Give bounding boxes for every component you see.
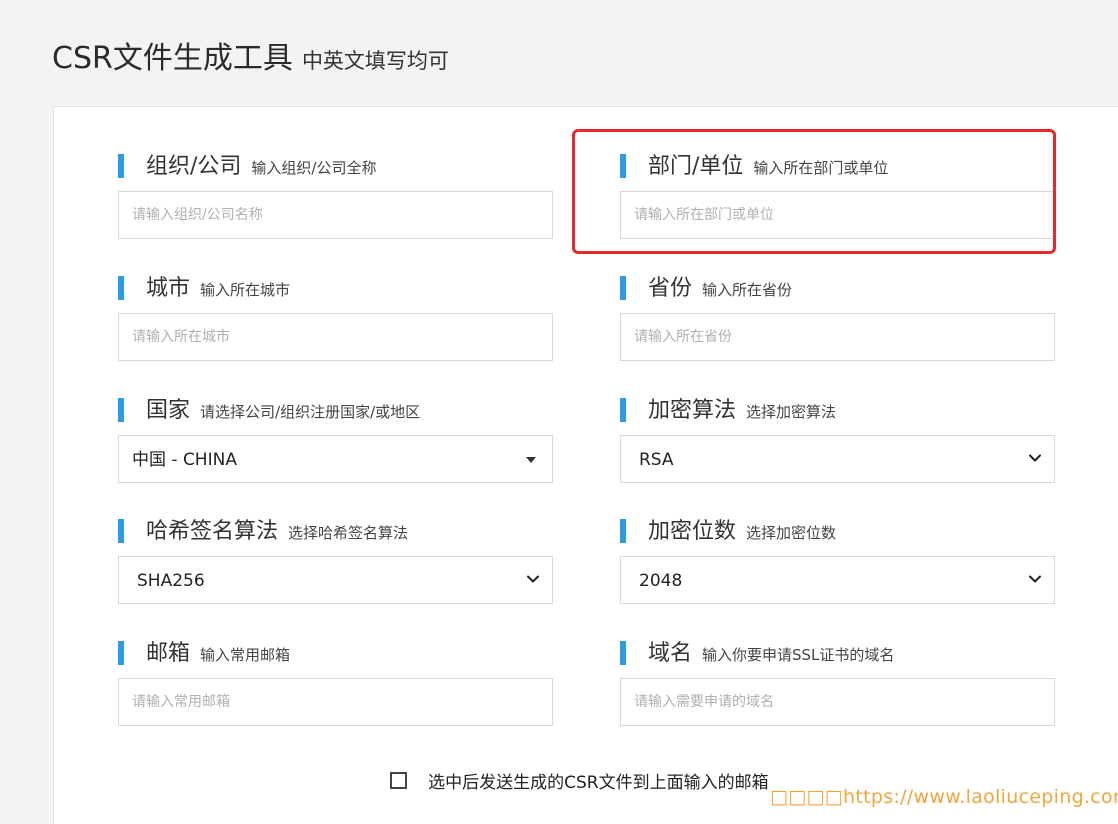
field-country: 国家 请选择公司/组织注册国家/或地区 中国 - CHINA: [118, 396, 555, 483]
field-label-organization: 组织/公司 输入组织/公司全称: [118, 152, 555, 182]
field-label-province: 省份 输入所在省份: [620, 274, 1057, 304]
label-title-domain: 域名: [648, 641, 693, 666]
field-label-key-size: 加密位数 选择加密位数: [620, 517, 1057, 547]
field-encryption-algorithm: 加密算法 选择加密算法 RSA: [620, 396, 1057, 483]
field-domain: 域名 输入你要申请SSL证书的域名: [620, 639, 1057, 726]
send-email-checkbox-label[interactable]: 选中后发送生成的CSR文件到上面输入的邮箱: [428, 773, 768, 793]
field-label-country: 国家 请选择公司/组织注册国家/或地区: [118, 396, 555, 426]
chevron-down-icon: [527, 575, 539, 583]
label-hint-email: 输入常用邮箱: [200, 646, 291, 664]
hash-algorithm-select-value: SHA256: [137, 571, 205, 591]
label-hint-country: 请选择公司/组织注册国家/或地区: [200, 403, 421, 421]
city-input-box: [118, 313, 553, 361]
field-label-hash-algorithm: 哈希签名算法 选择哈希签名算法: [118, 517, 555, 547]
label-accent-bar: [118, 154, 124, 178]
label-hint-organization: 输入组织/公司全称: [251, 159, 377, 177]
label-title-key-size: 加密位数: [648, 519, 737, 544]
caret-down-icon: [526, 457, 536, 463]
label-title-encryption-algorithm: 加密算法: [648, 398, 737, 423]
label-hint-city: 输入所在城市: [200, 281, 291, 299]
field-hash-algorithm: 哈希签名算法 选择哈希签名算法 SHA256: [118, 517, 555, 604]
field-organization: 组织/公司 输入组织/公司全称: [118, 152, 555, 239]
label-hint-hash-algorithm: 选择哈希签名算法: [288, 524, 409, 542]
page-heading: CSR文件生成工具 中英文填写均可: [52, 33, 449, 77]
province-input[interactable]: [621, 314, 1054, 360]
key-size-select-value: 2048: [639, 571, 683, 591]
page-title: CSR文件生成工具: [52, 41, 293, 76]
encryption-algorithm-select-value: RSA: [639, 450, 674, 470]
label-accent-bar: [118, 641, 124, 665]
highlight-annotation-box: [572, 129, 1056, 254]
label-title-city: 城市: [146, 276, 191, 301]
province-input-box: [620, 313, 1055, 361]
label-title-country: 国家: [146, 398, 191, 423]
field-city: 城市 输入所在城市: [118, 274, 555, 361]
label-title-hash-algorithm: 哈希签名算法: [146, 519, 279, 544]
label-hint-domain: 输入你要申请SSL证书的域名: [702, 646, 895, 664]
label-accent-bar: [118, 398, 124, 422]
field-label-city: 城市 输入所在城市: [118, 274, 555, 304]
key-size-select[interactable]: 2048: [620, 556, 1055, 604]
label-title-organization: 组织/公司: [146, 154, 242, 179]
domain-input[interactable]: [621, 679, 1054, 725]
page-subtitle: 中英文填写均可: [301, 49, 449, 73]
label-accent-bar: [620, 276, 626, 300]
email-input[interactable]: [119, 679, 552, 725]
city-input[interactable]: [119, 314, 552, 360]
label-hint-encryption-algorithm: 选择加密算法: [746, 403, 837, 421]
label-title-province: 省份: [648, 276, 693, 301]
label-accent-bar: [620, 398, 626, 422]
field-province: 省份 输入所在省份: [620, 274, 1057, 361]
field-label-email: 邮箱 输入常用邮箱: [118, 639, 555, 669]
field-key-size: 加密位数 选择加密位数 2048: [620, 517, 1057, 604]
send-email-option: 选中后发送生成的CSR文件到上面输入的邮箱: [390, 768, 769, 793]
country-select[interactable]: 中国 - CHINA: [118, 435, 553, 483]
chevron-down-icon: [1029, 454, 1041, 462]
encryption-algorithm-select[interactable]: RSA: [620, 435, 1055, 483]
organization-input-box: [118, 191, 553, 239]
watermark-text: □□□□https://www.laoliuceping.com: [770, 786, 1118, 808]
field-email: 邮箱 输入常用邮箱: [118, 639, 555, 726]
label-title-email: 邮箱: [146, 641, 191, 666]
email-input-box: [118, 678, 553, 726]
label-accent-bar: [620, 641, 626, 665]
chevron-down-icon: [1029, 575, 1041, 583]
field-label-encryption-algorithm: 加密算法 选择加密算法: [620, 396, 1057, 426]
label-hint-key-size: 选择加密位数: [746, 524, 837, 542]
hash-algorithm-select[interactable]: SHA256: [118, 556, 553, 604]
domain-input-box: [620, 678, 1055, 726]
label-accent-bar: [118, 519, 124, 543]
organization-input[interactable]: [119, 192, 552, 238]
label-accent-bar: [620, 519, 626, 543]
label-accent-bar: [118, 276, 124, 300]
send-email-checkbox[interactable]: [390, 772, 407, 789]
field-label-domain: 域名 输入你要申请SSL证书的域名: [620, 639, 1057, 669]
country-select-value: 中国 - CHINA: [132, 450, 237, 470]
label-hint-province: 输入所在省份: [702, 281, 793, 299]
